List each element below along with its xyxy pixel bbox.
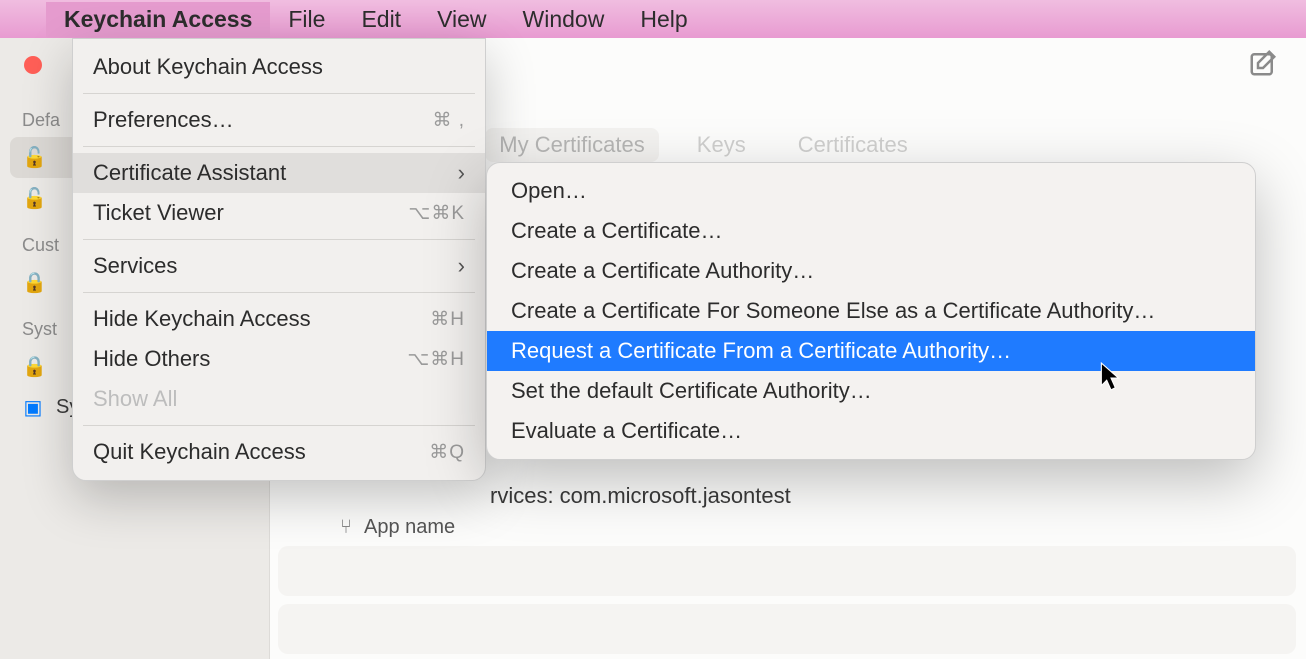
menu-separator — [83, 93, 475, 94]
menu-item-hide[interactable]: Hide Keychain Access ⌘H — [73, 299, 485, 339]
menu-item-about[interactable]: About Keychain Access — [73, 47, 485, 87]
submenu-item-create-cert[interactable]: Create a Certificate… — [487, 211, 1255, 251]
menu-item-label: About Keychain Access — [93, 54, 323, 80]
menu-item-shortcut: ⌘ , — [432, 109, 465, 132]
certificate-assistant-submenu: Open… Create a Certificate… Create a Cer… — [486, 162, 1256, 460]
menu-item-ticket-viewer[interactable]: Ticket Viewer ⌥⌘K — [73, 193, 485, 233]
submenu-item-create-for-else[interactable]: Create a Certificate For Someone Else as… — [487, 291, 1255, 331]
menu-item-hide-others[interactable]: Hide Others ⌥⌘H — [73, 339, 485, 379]
lock-icon: 🔒 — [22, 354, 44, 379]
chevron-right-icon: › — [458, 160, 465, 186]
menu-item-shortcut: ⌥⌘H — [407, 348, 465, 371]
menubar-item-app[interactable]: Keychain Access — [46, 2, 270, 37]
submenu-item-create-ca[interactable]: Create a Certificate Authority… — [487, 251, 1255, 291]
menu-item-label: Hide Keychain Access — [93, 306, 311, 332]
menu-separator — [83, 292, 475, 293]
lock-icon: 🔒 — [22, 270, 44, 295]
menu-item-label: Quit Keychain Access — [93, 439, 306, 465]
fork-icon: ⑂ — [340, 516, 352, 539]
app-name-label: App name — [364, 516, 455, 539]
menu-item-show-all: Show All — [73, 379, 485, 419]
compose-button[interactable] — [1248, 48, 1278, 83]
menu-item-shortcut: ⌘H — [430, 308, 465, 331]
menu-item-certificate-assistant[interactable]: Certificate Assistant › — [73, 153, 485, 193]
menu-item-label: Services — [93, 253, 177, 279]
unlock-icon: 🔓 — [22, 145, 44, 170]
menu-item-label: Hide Others — [93, 346, 210, 372]
close-window-button[interactable] — [24, 56, 42, 74]
menu-separator — [83, 425, 475, 426]
tab-keys[interactable]: Keys — [683, 128, 760, 162]
list-row — [278, 546, 1296, 596]
menu-item-label: Preferences… — [93, 107, 234, 133]
menu-item-services[interactable]: Services › — [73, 246, 485, 286]
menu-item-shortcut: ⌥⌘K — [408, 202, 465, 225]
menu-item-label: Certificate Assistant — [93, 160, 286, 186]
menubar-item-help[interactable]: Help — [622, 2, 705, 37]
app-menu-dropdown: About Keychain Access Preferences… ⌘ , C… — [72, 38, 486, 481]
menu-item-quit[interactable]: Quit Keychain Access ⌘Q — [73, 432, 485, 472]
submenu-item-set-default-ca[interactable]: Set the default Certificate Authority… — [487, 371, 1255, 411]
submenu-item-open[interactable]: Open… — [487, 171, 1255, 211]
menubar-item-window[interactable]: Window — [505, 2, 623, 37]
menubar-item-file[interactable]: File — [270, 2, 343, 37]
app-window: Defa 🔓 🔓 Cust 🔒 Syst 🔒 ▣ System Roots Se… — [0, 38, 1306, 659]
submenu-item-request-cert[interactable]: Request a Certificate From a Certificate… — [487, 331, 1255, 371]
chevron-right-icon: › — [458, 253, 465, 279]
unlock-icon: 🔓 — [22, 186, 44, 211]
menubar-item-edit[interactable]: Edit — [343, 2, 419, 37]
submenu-item-evaluate[interactable]: Evaluate a Certificate… — [487, 411, 1255, 451]
archive-icon: ▣ — [22, 395, 44, 420]
app-name-row: ⑂ App name — [340, 516, 455, 539]
menu-item-preferences[interactable]: Preferences… ⌘ , — [73, 100, 485, 140]
menubar-item-view[interactable]: View — [419, 2, 504, 37]
menu-item-label: Ticket Viewer — [93, 200, 224, 226]
tab-my-certificates[interactable]: My Certificates — [485, 128, 658, 162]
tab-certificates[interactable]: Certificates — [784, 128, 922, 162]
menu-separator — [83, 239, 475, 240]
menu-separator — [83, 146, 475, 147]
menubar: Keychain Access File Edit View Window He… — [0, 0, 1306, 38]
mouse-cursor-icon — [1100, 362, 1122, 397]
list-row — [278, 604, 1296, 654]
content-service-text: rvices: com.microsoft.jasontest — [490, 483, 791, 509]
menu-item-shortcut: ⌘Q — [429, 441, 465, 464]
menu-item-label: Show All — [93, 386, 177, 412]
